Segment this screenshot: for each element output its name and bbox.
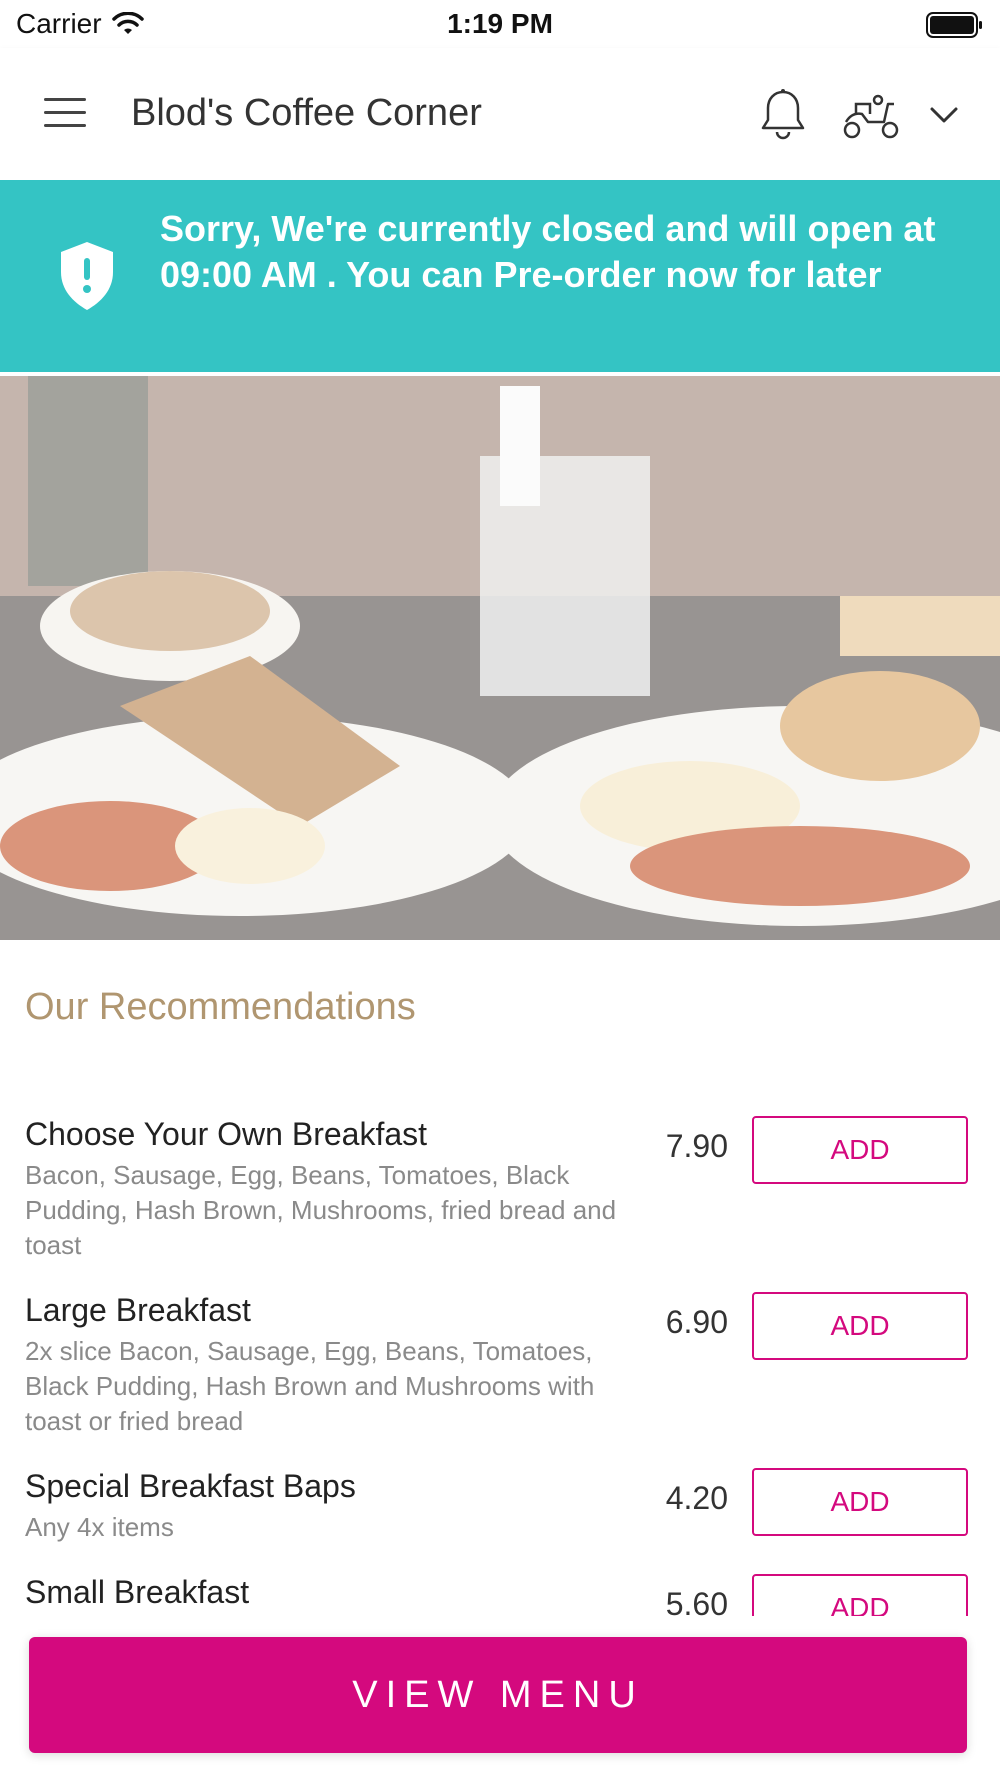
scooter-delivery-icon[interactable] xyxy=(842,92,900,140)
clock: 1:19 PM xyxy=(447,8,553,39)
item-price: 4.20 xyxy=(665,1480,728,1516)
battery-icon xyxy=(926,12,982,38)
bell-icon[interactable] xyxy=(758,88,808,142)
item-name: Choose Your Own Breakfast xyxy=(25,1116,428,1152)
recommendations-list: Choose Your Own Breakfast Bacon, Sausage… xyxy=(0,1116,1000,1616)
item-description: Bacon, Sausage, Egg, Beans, Tomatoes, Bl… xyxy=(25,1160,617,1260)
item-name: Special Breakfast Baps xyxy=(25,1468,356,1504)
item-description: 2x slice Bacon, Sausage, Egg, Beans, Tom… xyxy=(25,1336,595,1436)
recommendations-title: Our Recommendations xyxy=(25,986,416,1028)
status-bar: Carrier 1:19 PM xyxy=(0,0,1000,48)
item-description: Any 4x items xyxy=(25,1512,174,1542)
banner-message: Sorry, We're currently closed and will o… xyxy=(160,208,936,295)
item-name: Large Breakfast xyxy=(25,1292,251,1328)
add-button[interactable]: ADD xyxy=(752,1468,968,1536)
item-name: Small Breakfast xyxy=(25,1574,250,1610)
hero-image xyxy=(0,376,1000,940)
shield-alert-icon xyxy=(61,242,113,310)
page-title: Blod's Coffee Corner xyxy=(131,92,482,134)
add-button[interactable]: ADD xyxy=(752,1292,968,1360)
item-price: 7.90 xyxy=(665,1128,728,1164)
item-price: 6.90 xyxy=(665,1304,728,1340)
add-button[interactable]: ADD xyxy=(752,1574,968,1616)
closed-notice-banner: Sorry, We're currently closed and will o… xyxy=(0,180,1000,372)
hamburger-menu-icon[interactable] xyxy=(44,98,86,128)
add-button[interactable]: ADD xyxy=(752,1116,968,1184)
item-price: 5.60 xyxy=(665,1586,728,1616)
app-header: Blod's Coffee Corner xyxy=(0,48,1000,180)
view-menu-button[interactable]: VIEW MENU xyxy=(29,1637,967,1753)
chevron-down-icon[interactable] xyxy=(928,104,960,126)
